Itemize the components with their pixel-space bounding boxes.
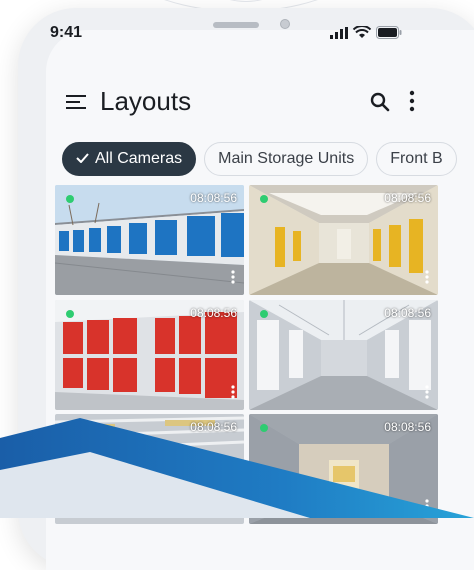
decorative-swoosh	[0, 418, 474, 518]
